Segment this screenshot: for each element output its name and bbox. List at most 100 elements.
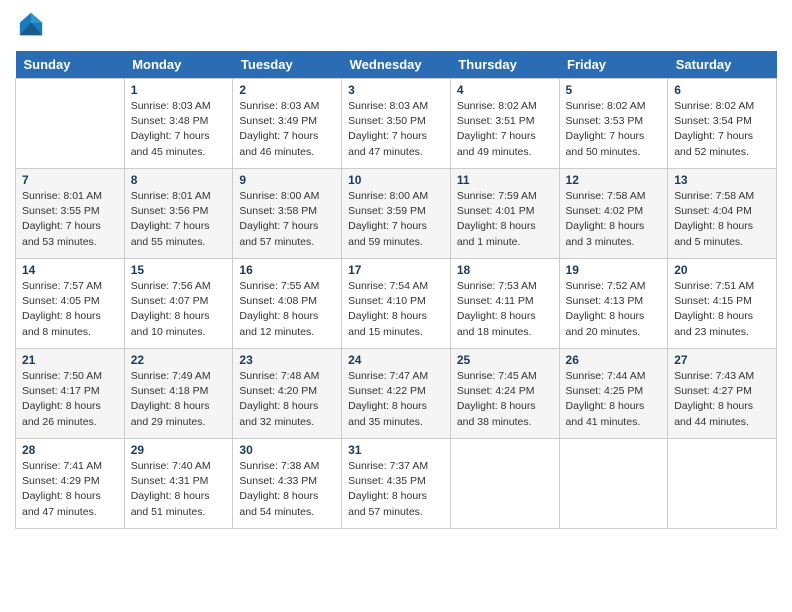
day-number: 30 [239,443,335,457]
day-info: Sunrise: 7:54 AMSunset: 4:10 PMDaylight:… [348,279,444,340]
day-number: 22 [131,353,227,367]
day-info: Sunrise: 8:01 AMSunset: 3:56 PMDaylight:… [131,189,227,250]
calendar-cell: 14Sunrise: 7:57 AMSunset: 4:05 PMDayligh… [16,259,125,349]
calendar-cell: 18Sunrise: 7:53 AMSunset: 4:11 PMDayligh… [450,259,559,349]
day-number: 28 [22,443,118,457]
day-info: Sunrise: 7:44 AMSunset: 4:25 PMDaylight:… [566,369,662,430]
calendar-cell: 24Sunrise: 7:47 AMSunset: 4:22 PMDayligh… [342,349,451,439]
calendar-header-row: SundayMondayTuesdayWednesdayThursdayFrid… [16,51,777,79]
day-info: Sunrise: 8:03 AMSunset: 3:48 PMDaylight:… [131,99,227,160]
calendar-cell: 28 Sunrise: 7:41 AMSunset: 4:29 PMDayligh… [16,439,125,529]
day-number: 27 [674,353,770,367]
calendar-week-row: 28 Sunrise: 7:41 AMSunset: 4:29 PMDayligh… [16,439,777,529]
calendar-cell: 2Sunrise: 8:03 AMSunset: 3:49 PMDaylight… [233,79,342,169]
calendar-cell: 19 Sunrise: 7:52 AMSunset: 4:13 PMDayligh… [559,259,668,349]
calendar-cell: 3 Sunrise: 8:03 AMSunset: 3:50 PMDaylight… [342,79,451,169]
calendar-cell: 15 Sunrise: 7:56 AMSunset: 4:07 PMDayligh… [124,259,233,349]
calendar-week-row: 14Sunrise: 7:57 AMSunset: 4:05 PMDayligh… [16,259,777,349]
calendar-cell: 13 Sunrise: 7:58 AMSunset: 4:04 PMDayligh… [668,169,777,259]
calendar-week-row: 1 Sunrise: 8:03 AMSunset: 3:48 PMDaylight… [16,79,777,169]
day-number: 25 [457,353,553,367]
calendar-cell [668,439,777,529]
column-header-friday: Friday [559,51,668,79]
day-number: 21 [22,353,118,367]
column-header-saturday: Saturday [668,51,777,79]
day-info: Sunrise: 7:56 AMSunset: 4:07 PMDaylight:… [131,279,227,340]
day-info: Sunrise: 7:50 AMSunset: 4:17 PMDaylight:… [22,369,118,430]
day-number: 6 [674,83,770,97]
calendar-cell: 12Sunrise: 7:58 AMSunset: 4:02 PMDayligh… [559,169,668,259]
day-number: 26 [566,353,662,367]
calendar-cell: 4Sunrise: 8:02 AMSunset: 3:51 PMDaylight… [450,79,559,169]
calendar-cell: 1 Sunrise: 8:03 AMSunset: 3:48 PMDaylight… [124,79,233,169]
day-number: 4 [457,83,553,97]
day-number: 15 [131,263,227,277]
calendar-week-row: 7 Sunrise: 8:01 AMSunset: 3:55 PMDaylight… [16,169,777,259]
day-info: Sunrise: 8:00 AMSunset: 3:58 PMDaylight:… [239,189,335,250]
day-info: Sunrise: 7:59 AMSunset: 4:01 PMDaylight:… [457,189,553,250]
logo-icon [17,10,45,38]
column-header-wednesday: Wednesday [342,51,451,79]
day-number: 18 [457,263,553,277]
day-info: Sunrise: 7:38 AMSunset: 4:33 PMDaylight:… [239,459,335,520]
calendar-cell: 7 Sunrise: 8:01 AMSunset: 3:55 PMDaylight… [16,169,125,259]
day-info: Sunrise: 8:02 AMSunset: 3:54 PMDaylight:… [674,99,770,160]
day-number: 11 [457,173,553,187]
day-info: Sunrise: 7:58 AMSunset: 4:04 PMDaylight:… [674,189,770,250]
calendar-cell: 16Sunrise: 7:55 AMSunset: 4:08 PMDayligh… [233,259,342,349]
day-number: 13 [674,173,770,187]
calendar-cell: 21 Sunrise: 7:50 AMSunset: 4:17 PMDayligh… [16,349,125,439]
day-number: 10 [348,173,444,187]
column-header-sunday: Sunday [16,51,125,79]
day-number: 12 [566,173,662,187]
calendar-cell: 6 Sunrise: 8:02 AMSunset: 3:54 PMDaylight… [668,79,777,169]
calendar-cell: 17 Sunrise: 7:54 AMSunset: 4:10 PMDayligh… [342,259,451,349]
day-number: 17 [348,263,444,277]
column-header-tuesday: Tuesday [233,51,342,79]
calendar-cell: 27 Sunrise: 7:43 AMSunset: 4:27 PMDayligh… [668,349,777,439]
day-info: Sunrise: 7:57 AMSunset: 4:05 PMDaylight:… [22,279,118,340]
day-number: 8 [131,173,227,187]
calendar-cell: 9 Sunrise: 8:00 AMSunset: 3:58 PMDaylight… [233,169,342,259]
day-info: Sunrise: 7:41 AMSunset: 4:29 PMDaylight:… [22,459,118,520]
page-header [15,10,777,43]
day-info: Sunrise: 8:02 AMSunset: 3:53 PMDaylight:… [566,99,662,160]
day-number: 16 [239,263,335,277]
calendar-cell: 22 Sunrise: 7:49 AMSunset: 4:18 PMDayligh… [124,349,233,439]
calendar-cell: 30 Sunrise: 7:38 AMSunset: 4:33 PMDayligh… [233,439,342,529]
day-info: Sunrise: 7:49 AMSunset: 4:18 PMDaylight:… [131,369,227,430]
day-number: 7 [22,173,118,187]
day-info: Sunrise: 7:47 AMSunset: 4:22 PMDaylight:… [348,369,444,430]
day-number: 31 [348,443,444,457]
day-number: 3 [348,83,444,97]
day-info: Sunrise: 8:01 AMSunset: 3:55 PMDaylight:… [22,189,118,250]
calendar-cell: 8 Sunrise: 8:01 AMSunset: 3:56 PMDaylight… [124,169,233,259]
calendar-cell: 26 Sunrise: 7:44 AMSunset: 4:25 PMDayligh… [559,349,668,439]
day-info: Sunrise: 7:51 AMSunset: 4:15 PMDaylight:… [674,279,770,340]
day-info: Sunrise: 7:48 AMSunset: 4:20 PMDaylight:… [239,369,335,430]
day-number: 19 [566,263,662,277]
day-info: Sunrise: 7:40 AMSunset: 4:31 PMDaylight:… [131,459,227,520]
day-number: 20 [674,263,770,277]
column-header-monday: Monday [124,51,233,79]
calendar-cell: 25 Sunrise: 7:45 AMSunset: 4:24 PMDayligh… [450,349,559,439]
day-number: 9 [239,173,335,187]
calendar-cell [450,439,559,529]
day-info: Sunrise: 7:45 AMSunset: 4:24 PMDaylight:… [457,369,553,430]
calendar-cell: 29 Sunrise: 7:40 AMSunset: 4:31 PMDayligh… [124,439,233,529]
calendar-cell: 10 Sunrise: 8:00 AMSunset: 3:59 PMDayligh… [342,169,451,259]
day-number: 1 [131,83,227,97]
day-info: Sunrise: 7:37 AMSunset: 4:35 PMDaylight:… [348,459,444,520]
column-header-thursday: Thursday [450,51,559,79]
calendar-cell: 23Sunrise: 7:48 AMSunset: 4:20 PMDayligh… [233,349,342,439]
day-info: Sunrise: 8:00 AMSunset: 3:59 PMDaylight:… [348,189,444,250]
day-number: 5 [566,83,662,97]
calendar-cell [559,439,668,529]
calendar-cell: 5 Sunrise: 8:02 AMSunset: 3:53 PMDaylight… [559,79,668,169]
calendar-cell: 11 Sunrise: 7:59 AMSunset: 4:01 PMDayligh… [450,169,559,259]
day-number: 29 [131,443,227,457]
calendar-cell: 31 Sunrise: 7:37 AMSunset: 4:35 PMDayligh… [342,439,451,529]
day-info: Sunrise: 7:43 AMSunset: 4:27 PMDaylight:… [674,369,770,430]
day-info: Sunrise: 7:52 AMSunset: 4:13 PMDaylight:… [566,279,662,340]
day-info: Sunrise: 8:03 AMSunset: 3:50 PMDaylight:… [348,99,444,160]
